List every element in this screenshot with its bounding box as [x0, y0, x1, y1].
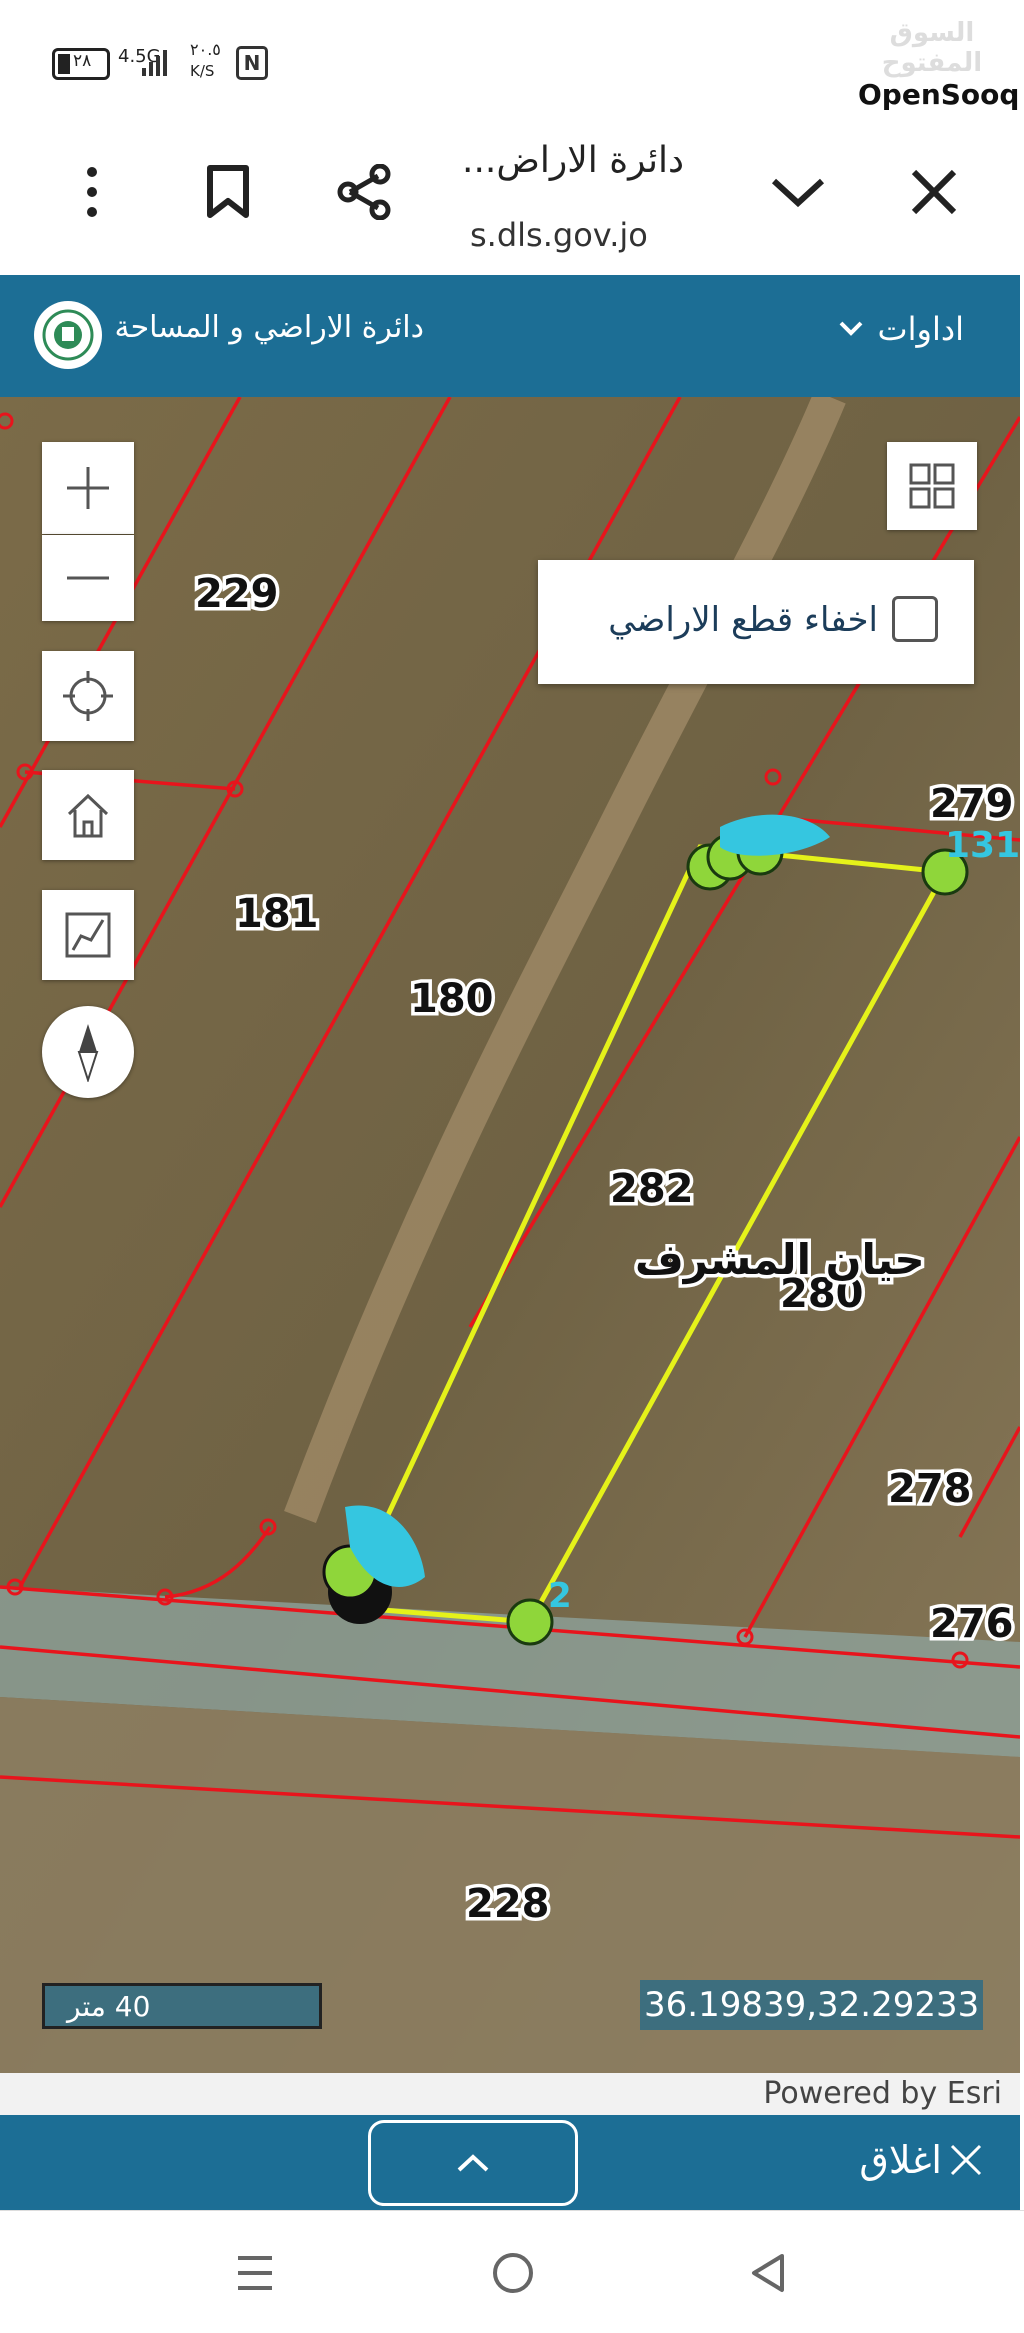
scale-label: 40 متر — [67, 1989, 151, 2023]
more-vertical-icon[interactable] — [52, 152, 132, 232]
home-button[interactable] — [42, 770, 134, 860]
chevron-down-icon[interactable] — [758, 152, 838, 232]
parcel-label-229: 229 — [195, 571, 279, 617]
chevron-down-icon — [839, 321, 862, 336]
data-speed-value: ٢٠.٥ — [190, 40, 221, 59]
menu-nav-icon[interactable] — [230, 2248, 290, 2298]
plus-icon — [67, 467, 109, 509]
watermark: السوق المفتوح OpenSooq — [858, 18, 1019, 111]
zoom-in-button[interactable] — [42, 442, 134, 534]
watermark-brand: OpenSooq — [858, 78, 1020, 111]
vertex-label-131: 131 — [945, 825, 1020, 866]
esri-attribution[interactable]: Powered by Esri — [763, 2076, 1002, 2111]
status-bar: ٢٨ 4.5G ٢٠.٥ K/S N السوق المفتوح OpenSoo… — [0, 0, 1024, 120]
hide-parcels-panel: اخفاء قطع الاراضي — [538, 560, 974, 684]
watermark-arabic: السوق المفتوح — [881, 18, 983, 78]
tools-label: اداوات — [877, 310, 965, 348]
signal-icon — [142, 50, 167, 76]
page-title[interactable]: دائرة الاراض... — [462, 140, 684, 181]
battery-icon: ٢٨ — [52, 48, 110, 80]
measure-button[interactable] — [42, 890, 134, 980]
share-icon[interactable] — [324, 152, 404, 232]
url-text[interactable]: s.dls.gov.jo — [470, 216, 648, 254]
basemap-gallery-icon — [909, 463, 955, 509]
home-nav-icon[interactable] — [488, 2248, 542, 2302]
compass-button[interactable] — [42, 1006, 134, 1098]
parcel-label-180: 180 — [410, 976, 494, 1022]
vertex-label-2: 2 — [548, 1576, 572, 1616]
close-panel-button[interactable]: اغلاق — [859, 2138, 984, 2182]
crosshair-icon — [63, 671, 113, 721]
home-icon — [67, 793, 109, 838]
expand-panel-button[interactable] — [368, 2120, 578, 2206]
nfc-icon: N — [236, 46, 268, 80]
coordinates-readout: 36.19839,32.29233 — [640, 1980, 984, 2030]
zoom-out-button[interactable] — [42, 535, 134, 621]
tools-menu[interactable]: اداوات — [838, 310, 965, 348]
hide-parcels-checkbox[interactable] — [892, 596, 938, 642]
hide-parcels-label[interactable]: اخفاء قطع الاراضي — [608, 600, 878, 640]
close-icon — [950, 2144, 982, 2176]
nfc-label: N — [243, 51, 261, 75]
parcel-label-181: 181 — [235, 891, 319, 937]
parcel-label-278: 278 — [888, 1466, 972, 1512]
locate-button[interactable] — [42, 651, 134, 741]
parcel-label-279: 279 — [930, 781, 1014, 827]
site-title: دائرة الاراضي و المساحة — [114, 310, 424, 345]
close-label: اغلاق — [859, 2138, 942, 2182]
back-nav-icon[interactable] — [744, 2248, 798, 2302]
parcel-label-276: 276 — [930, 1601, 1014, 1647]
close-icon[interactable] — [894, 152, 974, 232]
compass-icon — [77, 1024, 99, 1082]
parcel-label-282: 282 — [610, 1166, 694, 1212]
layers-button[interactable] — [887, 442, 977, 530]
data-speed-unit: K/S — [190, 62, 215, 80]
minus-icon — [67, 576, 109, 580]
measure-icon — [65, 912, 111, 958]
bookmark-icon[interactable] — [188, 152, 268, 232]
area-name: حيان المشرف — [635, 1235, 925, 1285]
scale-bar: 40 متر — [42, 1983, 322, 2029]
chevron-up-icon — [457, 2154, 489, 2172]
battery-level: ٢٨ — [73, 51, 92, 71]
parcel-label-228: 228 — [466, 1881, 550, 1927]
dls-logo — [34, 301, 102, 369]
